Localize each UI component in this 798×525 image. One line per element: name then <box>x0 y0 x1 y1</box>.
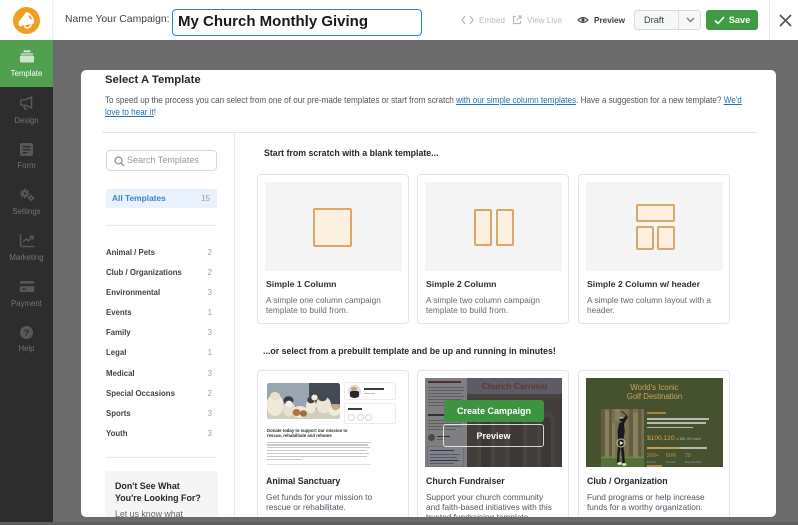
svg-text:?: ? <box>24 328 30 339</box>
